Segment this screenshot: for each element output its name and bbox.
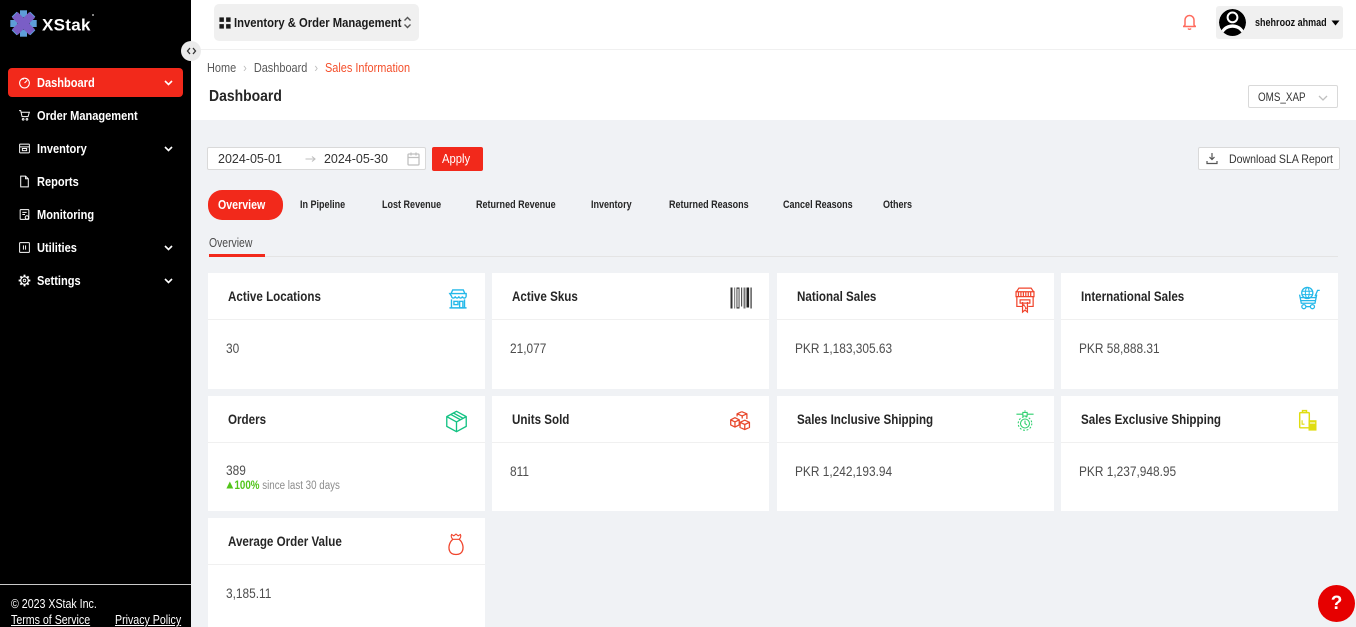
svg-text:XStak: XStak	[42, 16, 91, 35]
